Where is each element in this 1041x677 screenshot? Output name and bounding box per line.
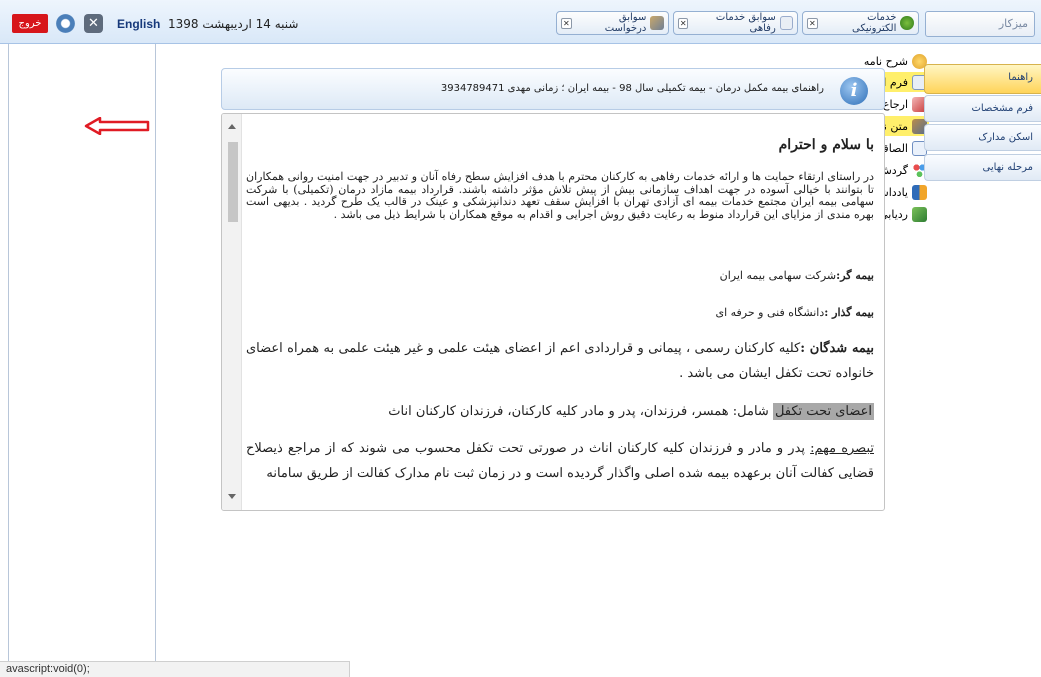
desk-label: میزکار [998, 17, 1028, 30]
letter-content: با سلام و احترام در راستای ارتقاء حمایت … [221, 113, 885, 511]
insured-value: کلیه کارکنان رسمی ، پیمانی و قراردادی اع… [246, 341, 874, 381]
red-arrow-annotation [84, 117, 150, 135]
tab-scan-documents[interactable]: اسکن مدارک [924, 124, 1041, 151]
vertical-scrollbar[interactable] [222, 114, 242, 510]
tab-request-history[interactable]: سوابق درخواست ✕ [556, 11, 669, 35]
note-paragraph: تبصره مهم: پدر و مادر و فرزندان کلیه کار… [246, 436, 874, 486]
sidebar-item-label: شرح نامه [863, 54, 908, 68]
tab-label: مرحله نهایی [982, 162, 1033, 173]
tab-label: فرم مشخصات [971, 103, 1033, 114]
insured-paragraph: بیمه شدگان :کلیه کارکنان رسمی ، پیمانی و… [246, 336, 874, 386]
refresh-icon[interactable] [56, 14, 75, 33]
scroll-thumb[interactable] [228, 142, 238, 222]
policyholder-line: بیمه گذار :دانشگاه فنی و حرفه ای [715, 306, 874, 319]
tab-guide[interactable]: راهنما [924, 64, 1041, 94]
document-icon [779, 16, 793, 30]
tab-e-services[interactable]: خدمات الکترونیکی ✕ [802, 11, 919, 35]
tab-label: سوابق درخواست [604, 12, 647, 34]
tracking-icon [912, 206, 927, 222]
insurer-value: شرکت سهامی بیمه ایران [719, 269, 837, 282]
left-sidebar [8, 44, 156, 661]
tab-welfare-history[interactable]: سوابق خدمات رفاهی ✕ [673, 11, 798, 35]
tab-close-icon[interactable]: ✕ [678, 17, 689, 29]
guide-title: راهنمای بیمه مکمل درمان - بیمه تکمیلی سا… [440, 83, 824, 94]
insurer-label: بیمه گر: [836, 269, 874, 282]
leaf-icon [900, 16, 914, 30]
intro-paragraph: در راستای ارتقاء حمایت ها و ارائه خدمات … [246, 170, 874, 221]
current-date: شنبه 14 اردیبهشت 1398 [168, 17, 299, 31]
tab-close-icon[interactable]: ✕ [561, 17, 572, 29]
exit-button[interactable]: خروج [12, 14, 48, 33]
insured-label: بیمه شدگان : [800, 341, 874, 356]
scroll-down-icon[interactable] [228, 494, 236, 499]
note-label: تبصره مهم: [810, 441, 874, 456]
desk-tab[interactable]: میزکار [925, 11, 1035, 37]
dependents-value: شامل: همسر، فرزندان، پدر و مادر کلیه کار… [388, 404, 773, 419]
scroll-up-icon[interactable] [228, 124, 236, 129]
info-icon: i [840, 77, 868, 105]
top-toolbar: خروج ✕ English شنبه 14 اردیبهشت 1398 سوا… [0, 0, 1041, 44]
close-icon[interactable]: ✕ [84, 14, 103, 33]
note-value: پدر و مادر و فرزندان کلیه کارکنان اناث د… [246, 441, 874, 481]
note-icon [912, 184, 927, 200]
tab-info-form[interactable]: فرم مشخصات [924, 95, 1041, 122]
tab-label: اسکن مدارک [978, 132, 1033, 143]
dependents-label: اعضای تحت تکفل [772, 403, 874, 420]
status-bar: avascript:void(0); [0, 661, 350, 677]
insurer-line: بیمه گر:شرکت سهامی بیمه ایران [720, 269, 874, 282]
guide-header: i راهنمای بیمه مکمل درمان - بیمه تکمیلی … [221, 68, 885, 110]
tab-label: راهنما [1008, 72, 1033, 83]
dependents-paragraph: اعضای تحت تکفل شامل: همسر، فرزندان، پدر … [246, 399, 874, 424]
policyholder-label: بیمه گذار : [824, 306, 874, 319]
greeting: با سلام و احترام [778, 137, 874, 153]
tab-label: خدمات الکترونیکی [852, 12, 897, 34]
policyholder-value: دانشگاه فنی و حرفه ای [715, 306, 825, 319]
tab-close-icon[interactable]: ✕ [807, 17, 818, 29]
tab-label: سوابق خدمات رفاهی [715, 12, 776, 34]
english-link[interactable]: English [117, 17, 160, 31]
tab-final-step[interactable]: مرحله نهایی [924, 154, 1041, 181]
tools-icon [650, 16, 664, 30]
